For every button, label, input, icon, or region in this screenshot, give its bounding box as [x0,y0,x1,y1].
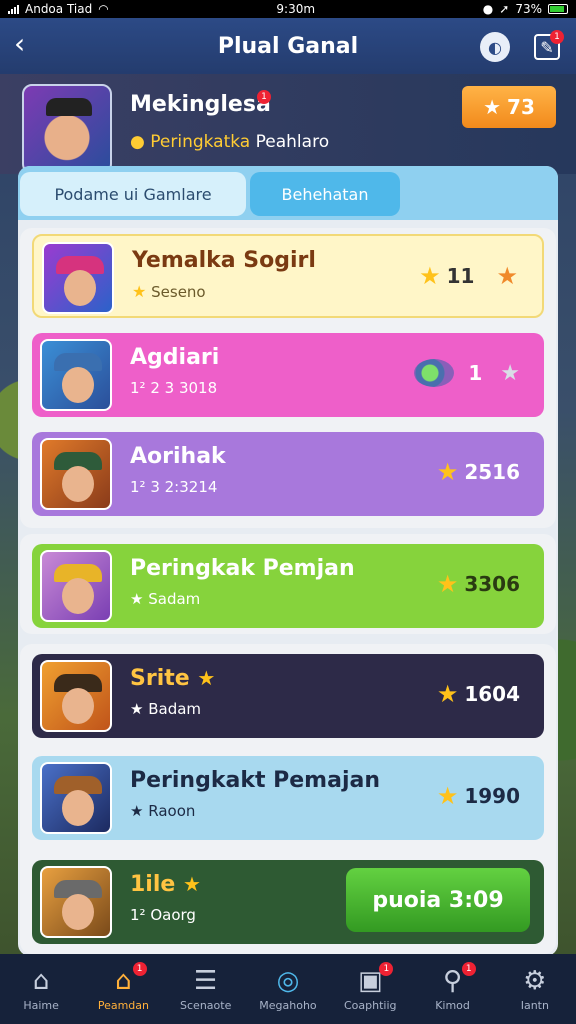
gem-icon [414,359,455,387]
star-icon: ★ [197,666,216,690]
player-score: ★ 3306 [436,570,520,598]
notification-badge: 1 [132,962,147,976]
leaderboard-row[interactable]: Yemalka Sogirl ★ Seseno ★ 11 ★ [32,234,544,318]
player-sub: 1² 2 3 3018 [130,379,218,397]
player-name: Srite ★ [130,666,216,691]
player-sub: ★ Seseno [132,282,206,301]
player-score: 1 ★ [414,359,520,387]
search-icon: ⚲ [443,965,463,996]
avatar [42,242,114,314]
battery-percent: 73% [515,2,542,16]
app-header: ‹ Plual Ganal ◐ ✎ 1 [0,18,576,74]
player-name: 1ile ★ [130,872,201,897]
list-icon: ☰ [194,965,218,996]
avatar [40,550,112,622]
avatar [40,866,112,938]
avatar[interactable] [22,84,112,174]
globe-icon[interactable]: ◐ [480,32,510,62]
page-title: Plual Ganal [217,33,359,59]
avatar [40,438,112,510]
leaderboard-row[interactable]: Peringkak Pemjan ★ Sadam ★ 3306 [32,544,544,628]
leaderboard-row[interactable]: Agdiari 1² 2 3 3018 1 ★ [32,333,544,417]
score-badge[interactable]: ★ 73 [462,86,556,128]
leaderboard-row[interactable]: Peringkakt Pemajan ★ Raoon ★ 1990 [32,756,544,840]
battery-icon [548,4,568,14]
star-icon: ★ [496,262,518,290]
profile-name: Mekinglesa [130,92,271,117]
player-sub: 1² Oaorg [130,906,196,924]
nav-home[interactable]: ⌂ Haime [0,954,82,1024]
location-icon: ➚ [499,2,510,16]
avatar [40,339,112,411]
player-name: Peringkak Pemjan [130,556,355,581]
bottom-nav: ⌂ Haime ⌂ 1 Peamdan ☰ Scenaote ◎ Megahoh… [0,954,576,1024]
clock: 9:30m [276,2,316,16]
player-name: Aorihak [130,444,226,469]
score-value: 73 [507,95,535,119]
star-icon: ★ [436,458,459,486]
tab-friends[interactable]: Behehatan [250,172,400,216]
player-score: ★ 1604 [436,680,520,708]
player-score: ★ 11 ★ [419,262,518,290]
coin-icon: ● [130,132,145,152]
star-icon: ★ [182,872,201,896]
star-icon: ★ [130,590,144,608]
avatar [40,660,112,732]
nav-megahoho[interactable]: ◎ Megahoho [247,954,329,1024]
leaderboard-row[interactable]: 1ile ★ 1² Oaorg puoia 3:09 [32,860,544,944]
gear-icon: ⚙ [523,965,547,996]
profile-rank: ● Peringkatka Peahlaro [130,132,329,152]
star-icon: ★ [132,282,147,301]
signal-icon [8,4,19,14]
compass-icon: ◎ [276,965,300,996]
leaderboard-row[interactable]: Aorihak 1² 3 2:3214 ★ 2516 [32,432,544,516]
rank-sub: Peahlaro [255,132,330,152]
notification-badge: 1 [461,962,476,976]
nav-scenaote[interactable]: ☰ Scenaote [165,954,247,1024]
alarm-icon: ● [482,2,494,16]
star-icon: ★ [130,700,144,718]
star-icon: ★ [436,782,459,810]
notification-badge: 1 [257,90,271,104]
leaderboard-row[interactable]: Srite ★ ★ Badam ★ 1604 [32,654,544,738]
star-icon: ★ [483,95,502,119]
nav-peamdan[interactable]: ⌂ 1 Peamdan [82,954,164,1024]
carrier-label: Andoa Tiad [25,2,93,16]
player-name: Peringkakt Pemajan [130,768,380,793]
avatar [40,762,112,834]
edit-icon[interactable]: ✎ 1 [534,30,564,60]
notification-badge: 1 [379,962,394,976]
player-sub: 1² 3 2:3214 [130,478,218,496]
player-sub: ★ Badam [130,700,202,718]
player-name: Agdiari [130,345,220,370]
home-icon: ⌂ [32,965,50,996]
player-score: ★ 1990 [436,782,520,810]
star-icon: ★ [130,802,144,820]
tab-leaderboard[interactable]: Podame ui Gamlare [20,172,246,216]
star-icon: ★ [436,680,459,708]
player-sub: ★ Sadam [130,590,201,608]
claim-button[interactable]: puoia 3:09 [346,868,530,932]
player-score: ★ 2516 [436,458,520,486]
wifi-icon: ◠ [98,2,109,16]
back-chevron-icon[interactable]: ‹ [14,30,44,60]
nav-coaphtiig[interactable]: ▣ 1 Coaphtiig [329,954,411,1024]
player-sub: ★ Raoon [130,802,196,820]
player-name: Yemalka Sogirl [132,248,316,273]
star-icon: ★ [419,262,441,290]
rank-label: Peringkatka [150,132,251,152]
house-badge-icon: ⌂ [115,965,132,996]
star-icon: ★ [500,360,520,386]
nav-kimod[interactable]: ⚲ 1 Kimod [411,954,493,1024]
status-bar: Andoa Tiad ◠ 9:30m ● ➚ 73% [0,0,576,18]
star-icon: ★ [436,570,459,598]
notification-badge: 1 [550,30,564,44]
nav-settings[interactable]: ⚙ Iantn [494,954,576,1024]
